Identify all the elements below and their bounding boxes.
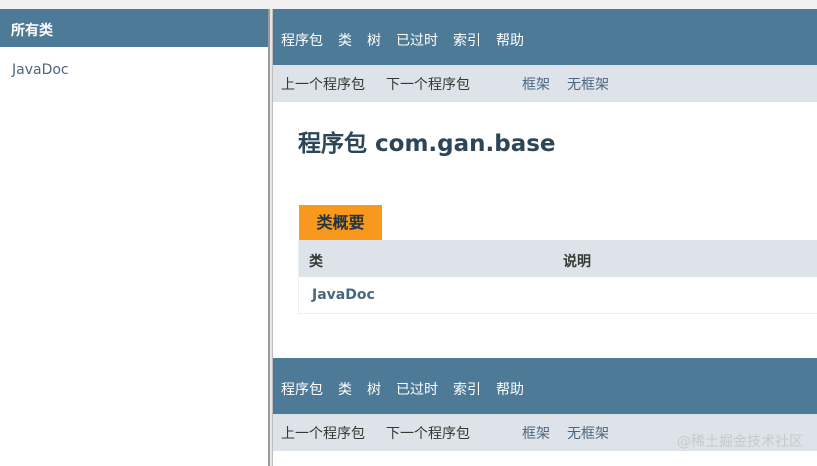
- content-frame: 程序包 类 树 已过时 索引 帮助 上一个程序包 下一个程序包 框架 无框架 程…: [273, 9, 817, 466]
- all-classes-frame: 所有类 JavaDoc: [0, 9, 268, 466]
- nav-index-bottom[interactable]: 索引: [453, 379, 481, 399]
- top-subnav: 上一个程序包 下一个程序包 框架 无框架: [273, 65, 817, 102]
- window-top-strip: [0, 0, 817, 9]
- top-nav-list: 程序包 类 树 已过时 索引 帮助: [281, 30, 539, 50]
- all-classes-header: 所有类: [0, 9, 268, 47]
- nav-index[interactable]: 索引: [453, 30, 481, 50]
- nav-help-bottom[interactable]: 帮助: [496, 379, 524, 399]
- prev-package-label: 上一个程序包: [281, 77, 365, 93]
- column-header-class: 类: [309, 254, 323, 270]
- table-row: JavaDoc: [299, 277, 817, 313]
- nav-tree[interactable]: 树: [367, 30, 381, 50]
- no-frames-link[interactable]: 无框架: [567, 74, 609, 94]
- page-title: 程序包 com.gan.base: [298, 131, 556, 157]
- class-summary-tab: 类概要: [299, 205, 382, 240]
- frames-link[interactable]: 框架: [522, 74, 550, 94]
- watermark: @稀土掘金技术社区: [677, 434, 803, 450]
- prev-package-label-bottom: 上一个程序包: [281, 426, 365, 442]
- next-package-label: 下一个程序包: [386, 77, 470, 93]
- top-navbar: 程序包 类 树 已过时 索引 帮助: [273, 9, 817, 65]
- class-summary-table: 类 说明 JavaDoc: [298, 240, 817, 314]
- nav-deprecated[interactable]: 已过时: [396, 30, 438, 50]
- nav-deprecated-bottom[interactable]: 已过时: [396, 379, 438, 399]
- column-header-description: 说明: [563, 254, 591, 270]
- next-package-label-bottom: 下一个程序包: [386, 426, 470, 442]
- bottom-nav-list: 程序包 类 树 已过时 索引 帮助: [281, 379, 539, 399]
- nav-package-bottom[interactable]: 程序包: [281, 379, 323, 399]
- nav-tree-bottom[interactable]: 树: [367, 379, 381, 399]
- no-frames-link-bottom[interactable]: 无框架: [567, 423, 609, 443]
- class-link-javadoc-summary[interactable]: JavaDoc: [312, 287, 375, 303]
- nav-class-bottom[interactable]: 类: [338, 379, 352, 399]
- frames-link-bottom[interactable]: 框架: [522, 423, 550, 443]
- nav-package[interactable]: 程序包: [281, 30, 323, 50]
- table-header: 类 说明: [299, 240, 817, 277]
- nav-help[interactable]: 帮助: [496, 30, 524, 50]
- nav-class[interactable]: 类: [338, 30, 352, 50]
- class-link-javadoc[interactable]: JavaDoc: [12, 62, 69, 78]
- bottom-navbar: 程序包 类 树 已过时 索引 帮助: [273, 358, 817, 414]
